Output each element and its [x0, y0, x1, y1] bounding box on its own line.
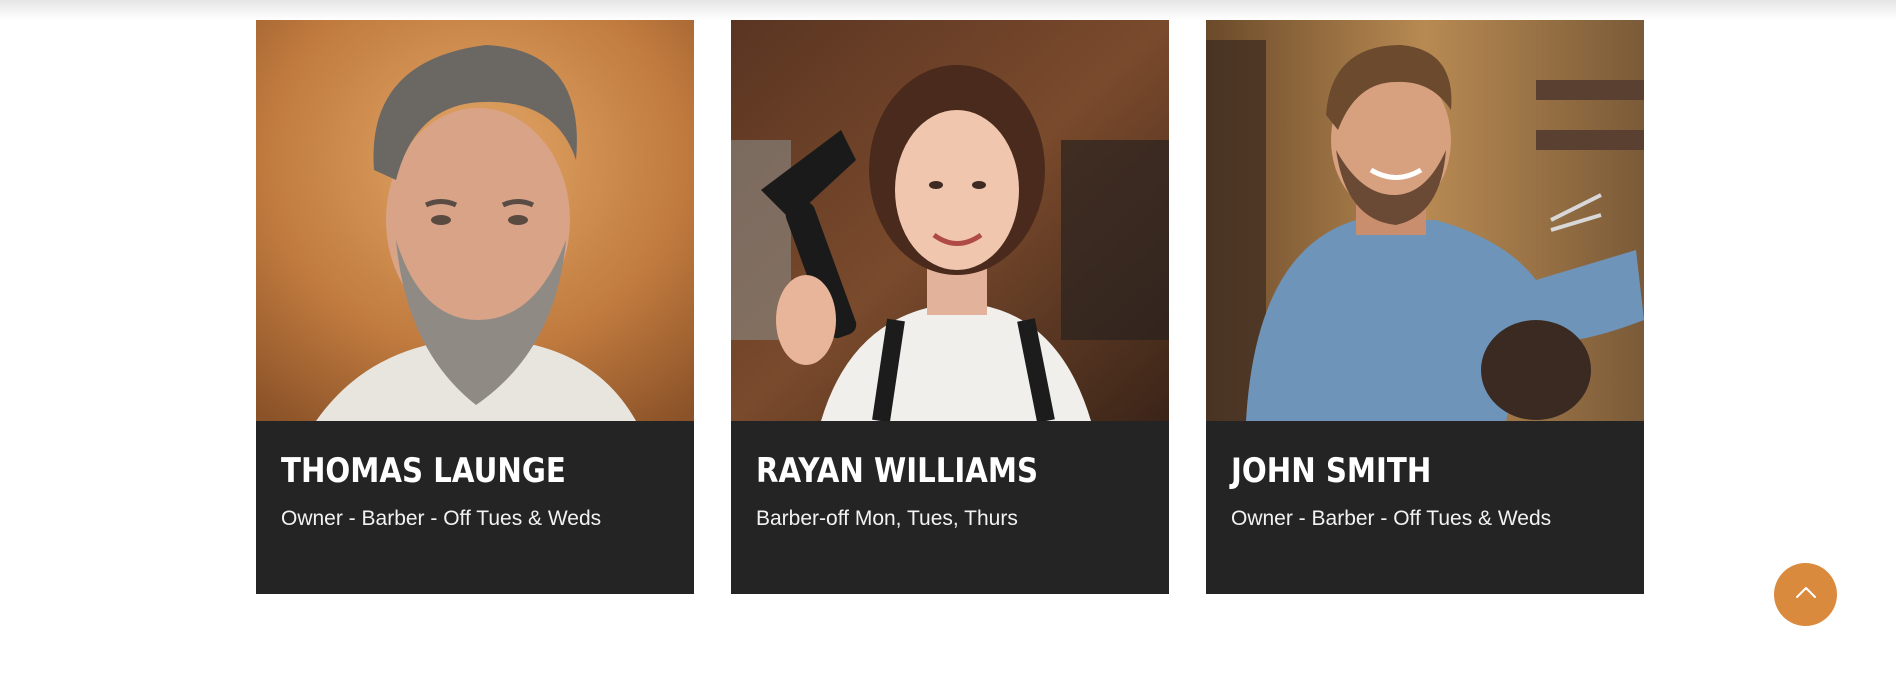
header-shadow	[0, 0, 1896, 20]
member-photo	[1206, 20, 1644, 421]
team-card: JOHN SMITH Owner - Barber - Off Tues & W…	[1206, 20, 1644, 594]
team-card: THOMAS LAUNGE Owner - Barber - Off Tues …	[256, 20, 694, 594]
member-photo	[731, 20, 1169, 421]
team-card: RAYAN WILLIAMS Barber-off Mon, Tues, Thu…	[731, 20, 1169, 594]
member-info: RAYAN WILLIAMS Barber-off Mon, Tues, Thu…	[756, 451, 1149, 532]
member-name: JOHN SMITH	[1231, 451, 1432, 491]
member-name: RAYAN WILLIAMS	[756, 451, 1039, 491]
chevron-up-icon	[1795, 585, 1817, 604]
member-info: JOHN SMITH Owner - Barber - Off Tues & W…	[1231, 451, 1624, 532]
team-grid: THOMAS LAUNGE Owner - Barber - Off Tues …	[256, 20, 1644, 594]
scroll-to-top-button[interactable]	[1774, 563, 1837, 626]
member-role: Owner - Barber - Off Tues & Weds	[1231, 507, 1552, 530]
member-photo	[256, 20, 694, 421]
member-name: THOMAS LAUNGE	[281, 451, 566, 491]
member-role: Barber-off Mon, Tues, Thurs	[756, 507, 1018, 530]
member-info: THOMAS LAUNGE Owner - Barber - Off Tues …	[281, 451, 674, 532]
member-role: Owner - Barber - Off Tues & Weds	[281, 507, 602, 530]
